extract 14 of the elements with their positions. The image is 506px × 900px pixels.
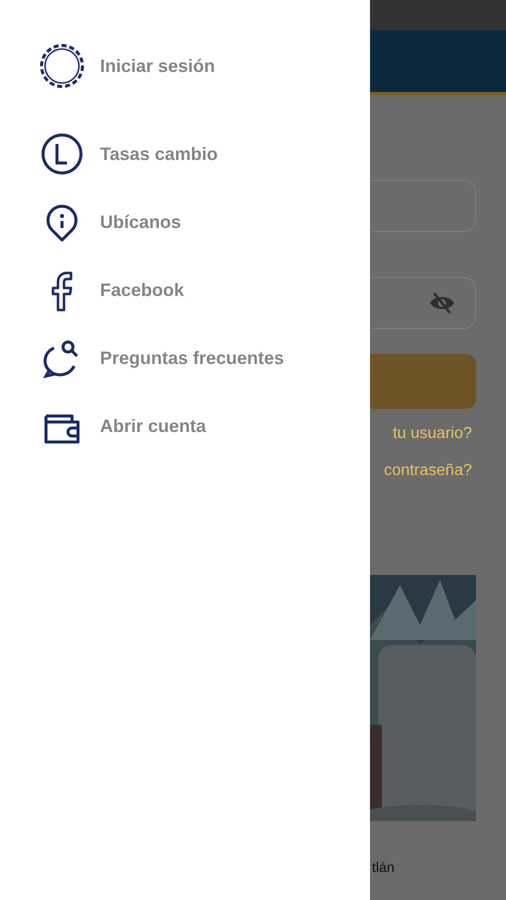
clock-icon: [40, 132, 84, 176]
menu-item[interactable]: Ubícanos: [0, 188, 370, 256]
input-field[interactable]: [370, 277, 476, 329]
menu-item[interactable]: Iniciar sesión: [0, 42, 370, 90]
menu-item[interactable]: Facebook: [0, 256, 370, 324]
menu-item[interactable]: Tasas cambio: [0, 120, 370, 188]
link[interactable]: tu usuario?: [370, 424, 472, 444]
caption-text: tlán: [371, 859, 396, 875]
menu-item[interactable]: Preguntas frecuentes: [0, 324, 370, 392]
link[interactable]: contraseña?: [370, 461, 472, 481]
menu-item[interactable]: Abrir cuenta: [0, 392, 370, 460]
ring-icon: [40, 44, 84, 88]
input-field[interactable]: [370, 180, 476, 232]
eye-off-icon[interactable]: [429, 292, 455, 314]
